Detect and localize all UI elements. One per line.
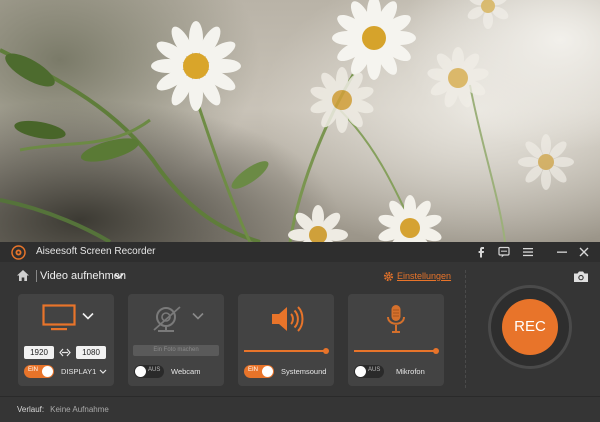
- toggle-knob: [42, 366, 53, 377]
- menu-icon[interactable]: [521, 245, 535, 259]
- facebook-icon[interactable]: [474, 245, 488, 259]
- toggle-knob: [135, 366, 146, 377]
- webcam-card[interactable]: Ein Foto machen AUS Webcam: [128, 294, 224, 386]
- slider-thumb[interactable]: [323, 348, 329, 354]
- feedback-icon[interactable]: [497, 245, 511, 259]
- gear-icon[interactable]: [383, 271, 394, 282]
- home-icon[interactable]: [16, 269, 30, 282]
- microphone-icon: [387, 305, 405, 333]
- rec-button-ring: REC: [488, 285, 572, 369]
- webcam-toggle[interactable]: AUS: [134, 365, 164, 378]
- panel-divider: [465, 270, 466, 388]
- display-toggle-label: EIN: [28, 367, 39, 373]
- chevron-down-icon[interactable]: [192, 312, 204, 320]
- chevron-down-icon[interactable]: [114, 272, 124, 280]
- height-field[interactable]: 1080: [76, 346, 106, 359]
- minimize-icon[interactable]: [555, 245, 569, 259]
- display-label: DISPLAY1: [61, 367, 97, 376]
- slider-thumb[interactable]: [433, 348, 439, 354]
- link-icon[interactable]: [59, 348, 71, 357]
- microphone-card[interactable]: AUS Mikrofon: [348, 294, 444, 386]
- window-title: Aiseesoft Screen Recorder: [36, 246, 156, 257]
- history-value[interactable]: Keine Aufnahme: [50, 405, 109, 414]
- webcam-toggle-label: AUS: [148, 367, 161, 373]
- width-field[interactable]: 1920: [24, 346, 54, 359]
- webcam-icon: [153, 306, 181, 332]
- speaker-icon: [272, 306, 304, 332]
- footer-divider: [0, 396, 600, 397]
- recorder-panel: Aiseesoft Screen Recorder Video aufnehme…: [0, 242, 600, 422]
- system-sound-toggle-label: EIN: [248, 367, 259, 373]
- rec-button[interactable]: REC: [502, 299, 558, 355]
- chevron-down-icon[interactable]: [99, 369, 107, 374]
- daisy-illustration: [0, 0, 574, 242]
- display-toggle[interactable]: EIN: [24, 365, 54, 378]
- snapshot-button[interactable]: Ein Foto machen: [133, 345, 219, 356]
- settings-link[interactable]: Einstellungen: [397, 271, 451, 281]
- chevron-down-icon[interactable]: [82, 312, 94, 320]
- mode-toolbar: Video aufnehmen Einstellungen: [0, 262, 460, 292]
- display-card[interactable]: 1920 1080 EIN DISPLAY1: [18, 294, 114, 386]
- app-logo-icon: [11, 245, 26, 260]
- microphone-toggle[interactable]: AUS: [354, 365, 384, 378]
- system-sound-toggle[interactable]: EIN: [244, 365, 274, 378]
- webcam-label: Webcam: [171, 367, 201, 376]
- toggle-knob: [355, 366, 366, 377]
- history-label: Verlauf:: [17, 405, 45, 414]
- close-icon[interactable]: [577, 245, 591, 259]
- monitor-icon: [42, 304, 76, 331]
- system-sound-card[interactable]: EIN Systemsound: [238, 294, 334, 386]
- microphone-volume-slider[interactable]: [354, 348, 439, 354]
- system-sound-volume-slider[interactable]: [244, 348, 329, 354]
- camera-icon[interactable]: [573, 270, 589, 283]
- toolbar-divider: [36, 270, 37, 282]
- system-sound-label: Systemsound: [281, 367, 327, 376]
- history-bar: Verlauf: Keine Aufnahme: [17, 405, 109, 414]
- microphone-toggle-label: AUS: [368, 367, 381, 373]
- title-bar: Aiseesoft Screen Recorder: [0, 242, 600, 262]
- microphone-label: Mikrofon: [396, 367, 425, 376]
- background-photo: [0, 0, 600, 242]
- toggle-knob: [262, 366, 273, 377]
